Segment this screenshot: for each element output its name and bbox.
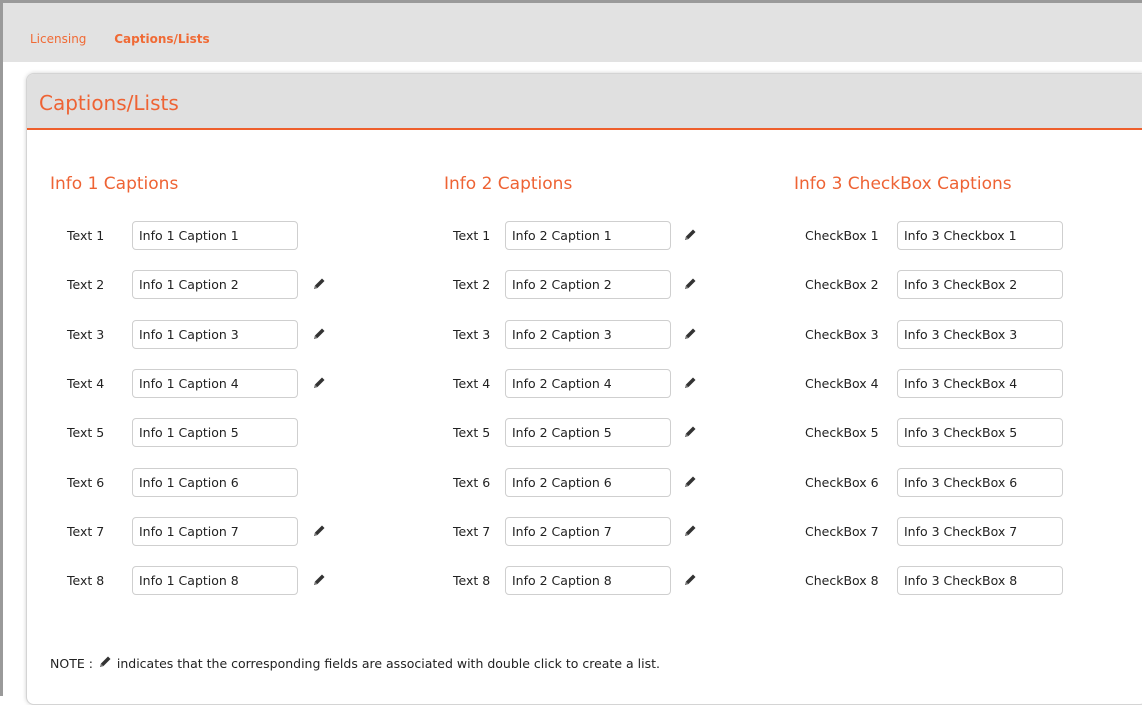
caption-input[interactable] <box>132 566 298 596</box>
caption-input[interactable] <box>505 221 671 250</box>
field-label: CheckBox 6 <box>805 474 879 490</box>
top-nav-bar: Licensing Captions/Lists <box>0 0 1142 62</box>
field-label: Text 7 <box>453 523 491 539</box>
caption-input[interactable] <box>132 270 298 300</box>
field-label: CheckBox 4 <box>805 375 879 391</box>
caption-input[interactable] <box>505 516 671 546</box>
pencil-icon[interactable] <box>311 276 327 292</box>
field-label: Text 3 <box>67 326 105 342</box>
caption-input[interactable] <box>505 270 671 300</box>
panel-header: Captions/Lists <box>27 74 1142 130</box>
caption-input[interactable] <box>505 566 671 596</box>
pencil-icon[interactable] <box>682 276 698 292</box>
field-label: CheckBox 5 <box>805 425 879 441</box>
caption-input[interactable] <box>505 368 671 398</box>
caption-input[interactable] <box>505 319 671 349</box>
pencil-icon[interactable] <box>682 326 698 342</box>
field-label: Text 8 <box>67 573 105 589</box>
pencil-icon[interactable] <box>311 375 327 391</box>
field-label: Text 4 <box>453 375 491 391</box>
field-label: Text 1 <box>453 228 491 243</box>
pencil-icon[interactable] <box>682 375 698 391</box>
caption-input[interactable] <box>132 516 298 546</box>
field-label: Text 1 <box>67 228 105 243</box>
field-label: Text 4 <box>67 375 105 391</box>
caption-input[interactable] <box>897 270 1063 300</box>
note-prefix: NOTE : <box>50 656 97 671</box>
field-label: Text 8 <box>453 573 491 589</box>
pencil-icon[interactable] <box>311 523 327 539</box>
section-title-2: Info 2 Captions <box>444 174 573 194</box>
caption-input[interactable] <box>505 418 671 448</box>
field-label: Text 6 <box>67 474 105 490</box>
caption-input[interactable] <box>132 319 298 349</box>
caption-input[interactable] <box>897 319 1063 349</box>
field-label: CheckBox 8 <box>805 573 879 589</box>
caption-input[interactable] <box>505 467 671 497</box>
field-label: CheckBox 2 <box>805 277 879 293</box>
pencil-icon[interactable] <box>682 227 698 243</box>
breadcrumb: Licensing Captions/Lists <box>30 32 234 46</box>
page-title: Captions/Lists <box>39 91 179 115</box>
field-label: CheckBox 7 <box>805 523 879 539</box>
field-label: Text 5 <box>67 425 105 441</box>
section-title-3: Info 3 CheckBox Captions <box>794 174 1012 194</box>
caption-input[interactable] <box>132 418 298 448</box>
caption-input[interactable] <box>897 467 1063 497</box>
caption-input[interactable] <box>897 418 1063 448</box>
caption-input[interactable] <box>897 221 1063 250</box>
pencil-icon <box>97 656 113 671</box>
pencil-icon[interactable] <box>682 474 698 490</box>
field-label: CheckBox 3 <box>805 326 879 342</box>
pencil-icon[interactable] <box>682 424 698 440</box>
caption-input[interactable] <box>897 516 1063 546</box>
caption-input[interactable] <box>897 368 1063 398</box>
pencil-icon[interactable] <box>311 572 327 588</box>
field-label: Text 6 <box>453 474 491 490</box>
note-text: NOTE : indicates that the corresponding … <box>50 654 660 671</box>
pencil-icon[interactable] <box>682 523 698 539</box>
pencil-icon[interactable] <box>682 572 698 588</box>
field-label: CheckBox 1 <box>805 228 879 243</box>
caption-input[interactable] <box>132 368 298 398</box>
pencil-icon[interactable] <box>311 326 327 342</box>
field-label: Text 5 <box>453 425 491 441</box>
field-label: Text 7 <box>67 523 105 539</box>
breadcrumb-captions-lists[interactable]: Captions/Lists <box>114 32 209 46</box>
caption-input[interactable] <box>132 221 298 250</box>
note-message: indicates that the corresponding fields … <box>112 656 660 671</box>
field-label: Text 2 <box>67 277 105 293</box>
left-border <box>0 62 3 696</box>
caption-input[interactable] <box>132 467 298 497</box>
field-label: Text 2 <box>453 277 491 293</box>
caption-input[interactable] <box>897 566 1063 596</box>
section-title-1: Info 1 Captions <box>50 174 179 194</box>
field-label: Text 3 <box>453 326 491 342</box>
breadcrumb-licensing[interactable]: Licensing <box>30 32 86 46</box>
